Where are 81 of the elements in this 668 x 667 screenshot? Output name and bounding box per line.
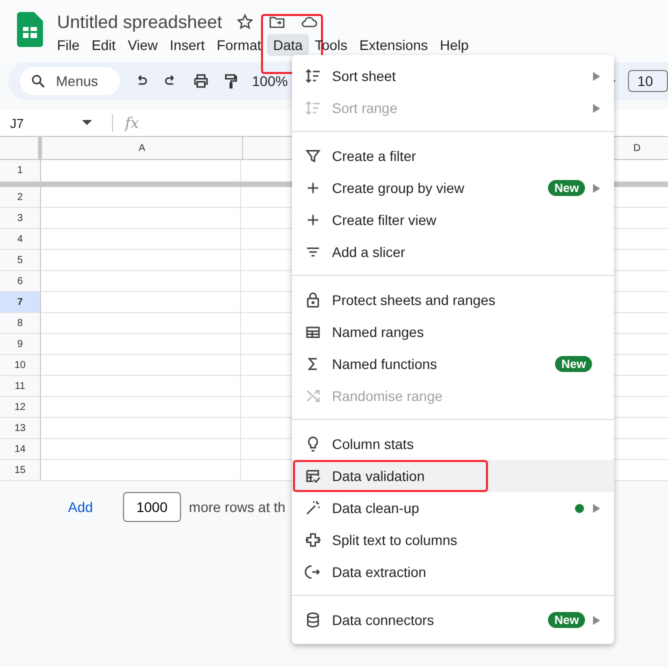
- table-cell[interactable]: [41, 355, 241, 376]
- row-header[interactable]: 14: [0, 439, 41, 460]
- add-rows-text: more rows at th: [188, 499, 286, 515]
- table-cell[interactable]: [41, 250, 241, 271]
- shuffle-icon: [304, 387, 322, 405]
- table-cell[interactable]: [41, 313, 241, 334]
- row-header[interactable]: 2: [0, 187, 41, 208]
- lock-icon: [304, 291, 322, 309]
- search-icon: [30, 73, 46, 89]
- menu-item[interactable]: Named ranges: [292, 316, 614, 348]
- row-header[interactable]: 8: [0, 313, 41, 334]
- row-header[interactable]: 1: [0, 160, 41, 182]
- menu-item[interactable]: Create group by view New: [292, 172, 614, 204]
- menu-item[interactable]: Data: [267, 34, 309, 56]
- new-badge: New: [548, 612, 585, 628]
- table-cell[interactable]: [41, 334, 241, 355]
- row-header[interactable]: 13: [0, 418, 41, 439]
- wand-icon: [304, 499, 322, 517]
- function-label: fx: [125, 114, 140, 132]
- print-icon[interactable]: [192, 72, 210, 90]
- spreadsheet-logo-icon[interactable]: [17, 12, 43, 47]
- row-header[interactable]: 9: [0, 334, 41, 355]
- menu-item[interactable]: Protect sheets and ranges: [292, 284, 614, 316]
- database-icon: [304, 611, 322, 629]
- menu-item[interactable]: File: [51, 34, 86, 56]
- row-header[interactable]: 5: [0, 250, 41, 271]
- row-header[interactable]: 3: [0, 208, 41, 229]
- table-cell[interactable]: [41, 208, 241, 229]
- table-cell[interactable]: [41, 376, 241, 397]
- table-cell[interactable]: [41, 292, 241, 313]
- menu-item[interactable]: Sort sheet: [292, 60, 614, 92]
- menu-item[interactable]: Data clean-up: [292, 492, 614, 524]
- sort-icon: [304, 67, 322, 85]
- split-icon: [304, 531, 322, 549]
- extract-icon: [304, 563, 322, 581]
- menu-item[interactable]: Insert: [164, 34, 211, 56]
- table-cell[interactable]: [41, 439, 241, 460]
- table-check-icon: [304, 467, 322, 485]
- menu-item[interactable]: Data extraction: [292, 556, 614, 588]
- row-header[interactable]: 15: [0, 460, 41, 481]
- corner-cell[interactable]: [0, 137, 42, 160]
- menu-item[interactable]: Column stats: [292, 428, 614, 460]
- row-count-field[interactable]: 1000: [122, 492, 181, 522]
- filter-icon: [304, 147, 322, 165]
- menu-item[interactable]: Named functions New: [292, 348, 614, 380]
- new-badge: New: [555, 356, 592, 372]
- row-header[interactable]: 4: [0, 229, 41, 250]
- row-header[interactable]: 10: [0, 355, 41, 376]
- menu-item[interactable]: View: [122, 34, 164, 56]
- table-cell[interactable]: [41, 160, 241, 182]
- search-menus-field[interactable]: Menus: [20, 67, 120, 95]
- menu-item[interactable]: Data validation: [292, 460, 614, 492]
- menu-item[interactable]: Edit: [86, 34, 122, 56]
- row-header[interactable]: 6: [0, 271, 41, 292]
- menu-item[interactable]: Add a slicer: [292, 236, 614, 268]
- menu-item[interactable]: Format: [210, 34, 268, 56]
- menu-item[interactable]: Help: [434, 34, 475, 56]
- table-cell[interactable]: [41, 187, 241, 208]
- row-header[interactable]: 12: [0, 397, 41, 418]
- font-size-field[interactable]: 10: [628, 70, 668, 92]
- zoom-dropdown[interactable]: 100%: [252, 73, 288, 89]
- caret-icon: [82, 120, 92, 126]
- table-cell[interactable]: [41, 397, 241, 418]
- row-header[interactable]: 11: [0, 376, 41, 397]
- table-cell[interactable]: [41, 229, 241, 250]
- menu-item[interactable]: Data connectors New: [292, 604, 614, 636]
- table-cell[interactable]: [41, 271, 241, 292]
- menu-item[interactable]: Create filter view: [292, 204, 614, 236]
- paint-roller-icon[interactable]: [222, 72, 240, 90]
- menu-item[interactable]: Extensions: [353, 34, 434, 56]
- table-cell[interactable]: [41, 460, 241, 481]
- new-badge: New: [548, 180, 585, 196]
- column-header[interactable]: A: [42, 137, 243, 160]
- name-box[interactable]: J7: [0, 116, 100, 130]
- menu-item[interactable]: Split text to columns: [292, 524, 614, 556]
- document-title[interactable]: Untitled spreadsheet: [57, 12, 222, 32]
- sort-icon: [304, 99, 322, 117]
- star-icon[interactable]: [236, 13, 254, 31]
- add-link[interactable]: Add: [68, 499, 93, 515]
- table-cell[interactable]: [41, 418, 241, 439]
- row-header[interactable]: 7: [0, 292, 41, 313]
